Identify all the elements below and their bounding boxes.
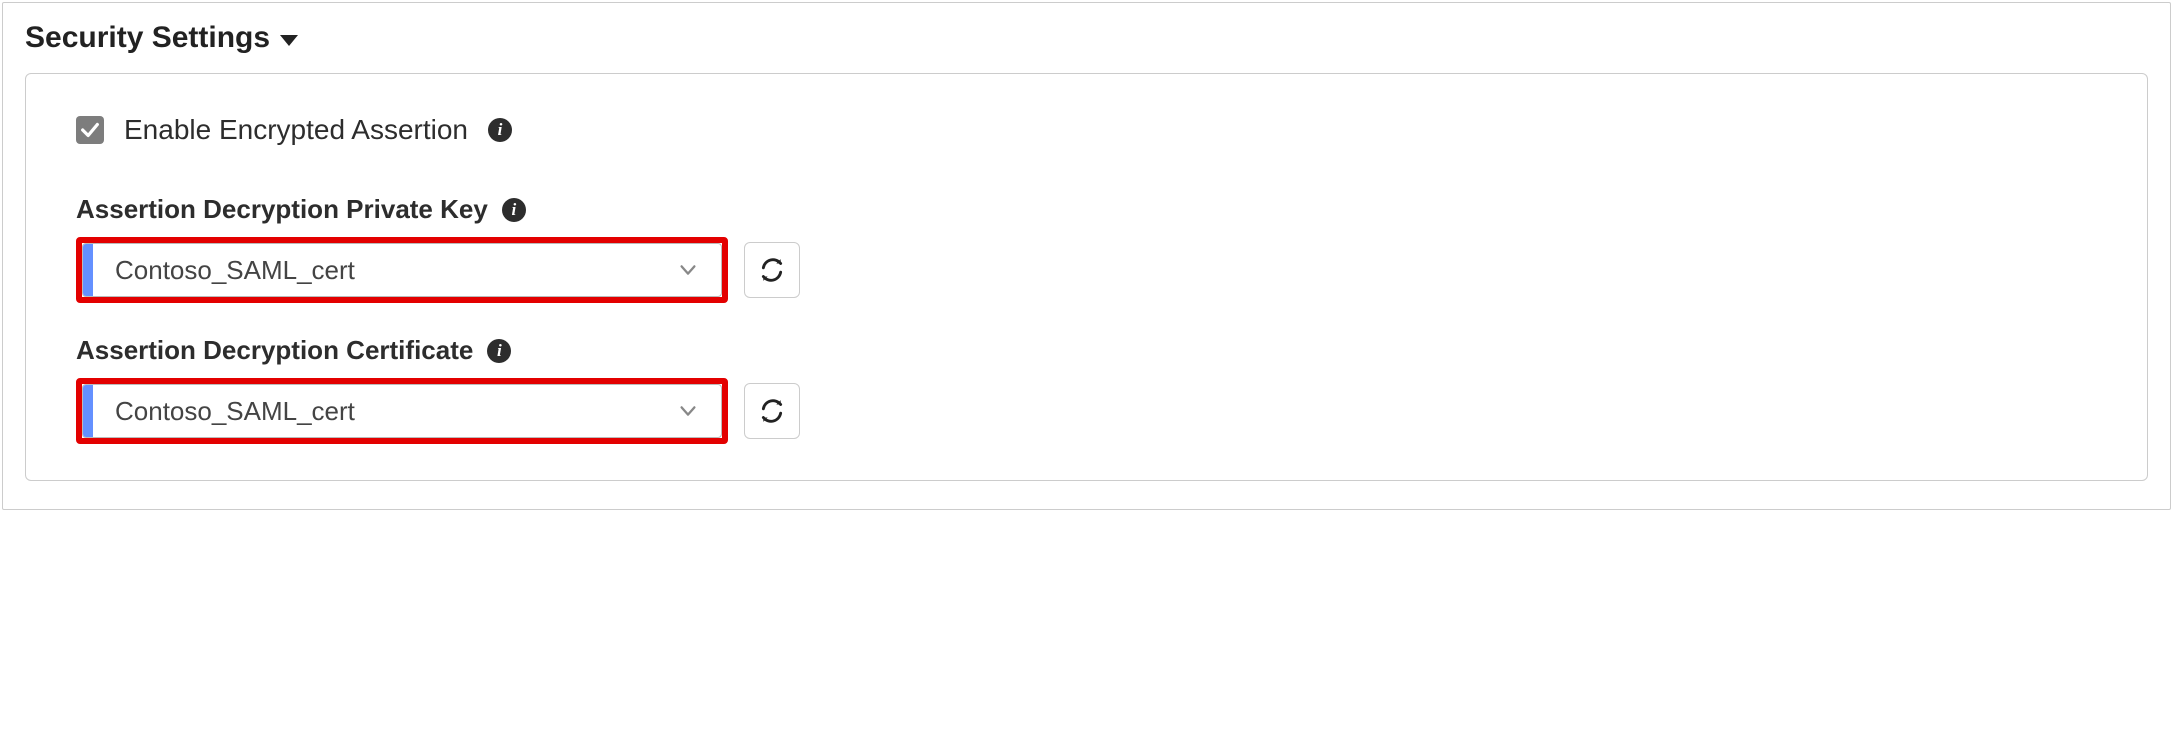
security-settings-section: Security Settings Enable Encrypted Asser… — [2, 2, 2171, 510]
certificate-label: Assertion Decryption Certificate — [76, 335, 473, 366]
refresh-icon — [759, 398, 785, 424]
section-header[interactable]: Security Settings — [25, 21, 2148, 55]
chevron-down-icon — [677, 400, 721, 422]
caret-down-icon — [280, 35, 298, 46]
chevron-down-icon — [677, 259, 721, 281]
certificate-select-highlight: Contoso_SAML_cert — [76, 378, 728, 444]
info-icon[interactable]: i — [502, 198, 526, 222]
private-key-select[interactable]: Contoso_SAML_cert — [82, 243, 722, 297]
info-icon[interactable]: i — [488, 118, 512, 142]
security-settings-panel: Enable Encrypted Assertion i Assertion D… — [25, 73, 2148, 481]
certificate-field: Assertion Decryption Certificate i Conto… — [76, 335, 2097, 444]
refresh-icon — [759, 257, 785, 283]
section-title: Security Settings — [25, 21, 270, 55]
select-accent — [83, 385, 93, 437]
info-icon[interactable]: i — [487, 339, 511, 363]
enable-encrypted-assertion-row: Enable Encrypted Assertion i — [76, 114, 2097, 146]
private-key-field: Assertion Decryption Private Key i Conto… — [76, 194, 2097, 303]
certificate-select[interactable]: Contoso_SAML_cert — [82, 384, 722, 438]
certificate-refresh-button[interactable] — [744, 383, 800, 439]
private-key-refresh-button[interactable] — [744, 242, 800, 298]
private-key-select-highlight: Contoso_SAML_cert — [76, 237, 728, 303]
check-icon — [79, 119, 101, 141]
enable-encrypted-assertion-checkbox[interactable] — [76, 116, 104, 144]
private-key-value: Contoso_SAML_cert — [93, 255, 677, 286]
private-key-label: Assertion Decryption Private Key — [76, 194, 488, 225]
enable-encrypted-assertion-label: Enable Encrypted Assertion — [124, 114, 468, 146]
select-accent — [83, 244, 93, 296]
certificate-value: Contoso_SAML_cert — [93, 396, 677, 427]
